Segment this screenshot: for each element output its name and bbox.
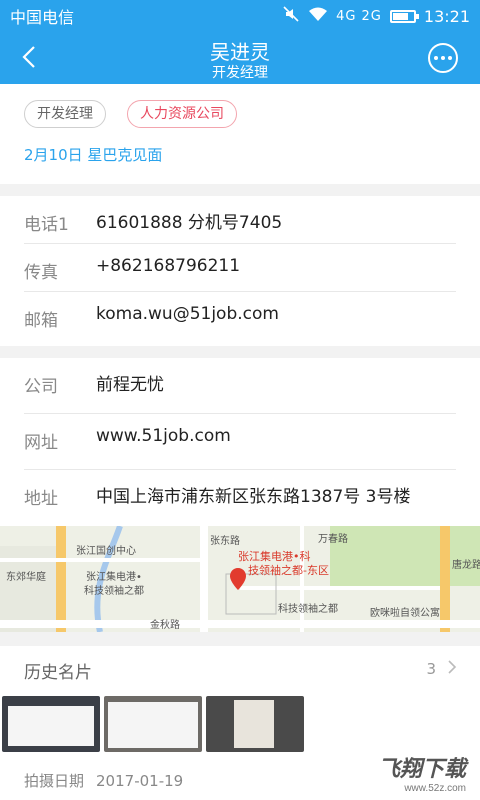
- nav-bar: 吴进灵 开发经理: [0, 32, 480, 84]
- chevron-right-icon[interactable]: [446, 658, 458, 681]
- email-label: 邮箱: [24, 311, 58, 331]
- contact-job-title: 开发经理: [212, 65, 268, 81]
- company-value[interactable]: 前程无忧: [96, 370, 164, 395]
- history-count: 3: [426, 660, 436, 678]
- map-label: 科技领袖之都: [278, 604, 338, 615]
- map-label: 张东路: [210, 536, 240, 547]
- photo-date-value: 2017-01-19: [96, 772, 184, 790]
- battery-icon: [389, 9, 419, 23]
- phone-value[interactable]: 61601888 分机号7405: [96, 208, 282, 233]
- status-icons: 4G 2G 13:21: [282, 5, 470, 27]
- mute-icon: [282, 5, 300, 27]
- map-label: 张江国创中心: [76, 546, 136, 557]
- history-title: 历史名片: [24, 663, 92, 683]
- map-label: 张江集电港•: [86, 572, 142, 583]
- watermark: 飞翔下载 www.52z.com: [378, 751, 466, 794]
- contact-section: 电话1 61601888 分机号7405 传真 +862168796211 邮箱…: [0, 196, 480, 346]
- map-label: 万春路: [318, 534, 348, 545]
- map-label: 金秋路: [150, 620, 180, 631]
- email-value[interactable]: koma.wu@51job.com: [96, 304, 279, 324]
- fax-value[interactable]: +862168796211: [96, 256, 240, 276]
- network-type: 4G 2G: [336, 8, 382, 24]
- phone-label: 电话1: [24, 215, 69, 235]
- more-icon[interactable]: [428, 43, 458, 73]
- photo-date: 拍摄日期 2017-01-19: [24, 770, 183, 791]
- watermark-text: 飞翔下载: [377, 756, 466, 781]
- email-row[interactable]: 邮箱 koma.wu@51job.com: [24, 294, 456, 340]
- phone-row[interactable]: 电话1 61601888 分机号7405: [24, 198, 456, 244]
- company-section: 公司 前程无忧 网址 www.51job.com 地址 中国上海市浦东新区张东路…: [0, 358, 480, 526]
- tags-section: 开发经理 人力资源公司 2月10日 星巴克见面: [0, 84, 480, 184]
- fax-label: 传真: [24, 263, 58, 283]
- history-card-thumbnail[interactable]: [104, 696, 202, 752]
- website-value[interactable]: www.51job.com: [96, 426, 231, 446]
- history-section: 历史名片 3 拍摄日期 2017-01-19 飞翔下载 www.52z.com: [0, 646, 480, 800]
- address-value[interactable]: 中国上海市浦东新区张东路1387号 3号楼: [96, 482, 410, 507]
- history-card-thumbnail[interactable]: [2, 696, 100, 752]
- location-map[interactable]: 张江国创中心 东郊华庭 张江集电港• 科技领袖之都 张东路 张江集电港•科 技领…: [0, 526, 480, 632]
- map-label: 唐龙路: [452, 560, 480, 571]
- status-bar: 中国电信 4G 2G 13:21: [0, 0, 480, 32]
- company-tag[interactable]: 人力资源公司: [127, 100, 237, 128]
- history-card-thumbnail[interactable]: [206, 696, 304, 752]
- website-label: 网址: [24, 433, 58, 453]
- address-row[interactable]: 地址 中国上海市浦东新区张东路1387号 3号楼: [24, 472, 456, 526]
- map-label: 欧咪啦自领公寓: [370, 608, 440, 619]
- memo-note[interactable]: 2月10日 星巴克见面: [24, 144, 162, 165]
- watermark-url: www.52z.com: [404, 783, 466, 794]
- map-label: 科技领袖之都: [84, 586, 144, 597]
- website-row[interactable]: 网址 www.51job.com: [24, 416, 456, 470]
- map-label: 技领袖之都-东区: [248, 564, 329, 577]
- map-label: 东郊华庭: [6, 572, 46, 583]
- photo-date-label: 拍摄日期: [24, 772, 85, 790]
- job-title-tag[interactable]: 开发经理: [24, 100, 106, 128]
- fax-row[interactable]: 传真 +862168796211: [24, 246, 456, 292]
- carrier-name: 中国电信: [10, 8, 75, 27]
- company-label: 公司: [24, 377, 58, 397]
- company-row[interactable]: 公司 前程无忧: [24, 360, 456, 414]
- clock: 13:21: [423, 6, 470, 26]
- address-label: 地址: [24, 489, 58, 509]
- contact-name: 吴进灵: [210, 40, 270, 64]
- wifi-icon: [308, 6, 328, 26]
